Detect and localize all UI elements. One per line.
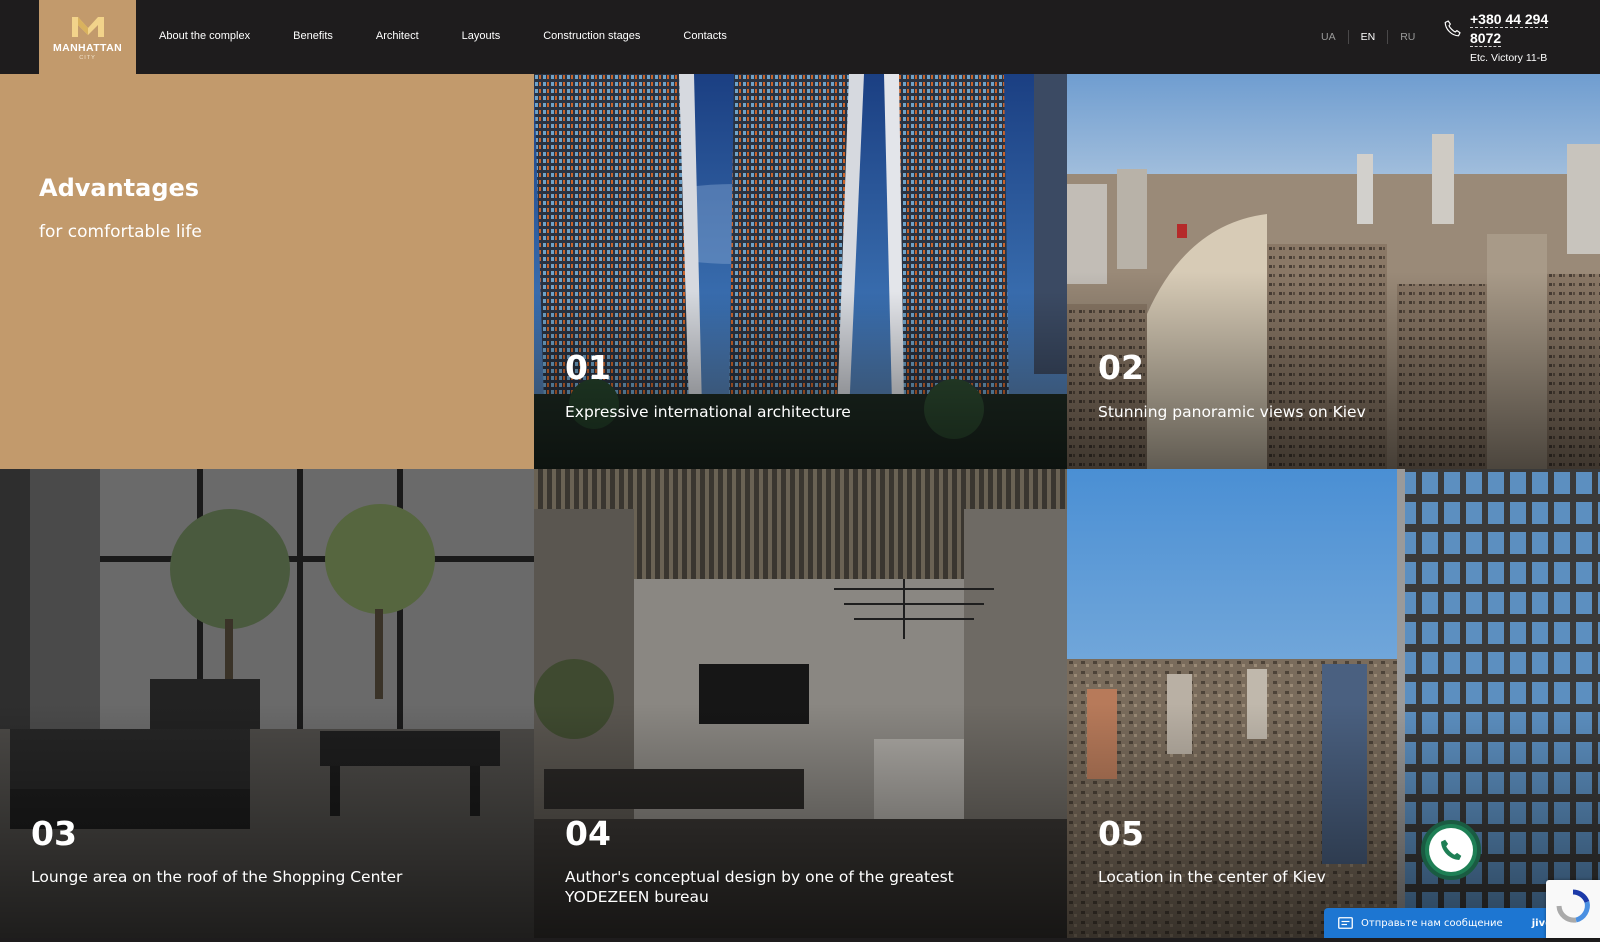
advantage-card-design[interactable]: 04 Author's conceptual design by one of …: [534, 469, 1067, 938]
chat-icon: [1338, 917, 1353, 929]
advantages-intro: Advantages for comfortable life: [0, 74, 534, 469]
site-header: MANHATTAN CITY About the complex Benefit…: [0, 0, 1600, 74]
phone-icon: [1444, 20, 1461, 37]
lang-ru[interactable]: RU: [1400, 31, 1415, 43]
nav-contacts[interactable]: Contacts: [683, 30, 726, 42]
advantage-card-lounge[interactable]: 03 Lounge area on the roof of the Shoppi…: [0, 469, 534, 938]
advantage-card-architecture[interactable]: 01 Expressive international architecture: [534, 74, 1067, 469]
chat-prompt: Отправьте нам сообщение: [1361, 917, 1503, 929]
recaptcha-badge[interactable]: [1546, 880, 1600, 938]
advantage-label: Stunning panoramic views on Kiev: [1098, 403, 1366, 421]
phone-number[interactable]: +380 44 294 8072: [1470, 10, 1566, 48]
address: Etc. Victory 11-B: [1470, 52, 1548, 64]
nav-benefits[interactable]: Benefits: [293, 30, 333, 42]
lang-en[interactable]: EN: [1361, 31, 1376, 43]
nav-construction-stages[interactable]: Construction stages: [543, 30, 640, 42]
divider: [1347, 30, 1349, 44]
nav-architect[interactable]: Architect: [376, 30, 419, 42]
callback-button-inner: [1429, 828, 1473, 872]
main-nav: About the complex Benefits Architect Lay…: [159, 30, 770, 42]
advantage-card-panorama[interactable]: 02 Stunning panoramic views on Kiev: [1067, 74, 1600, 469]
advantage-number: 02: [1098, 348, 1144, 387]
nav-layouts[interactable]: Layouts: [462, 30, 501, 42]
logo-subtext: CITY: [79, 55, 96, 61]
language-switcher: UA EN RU: [1321, 30, 1415, 44]
advantage-label: Expressive international architecture: [565, 403, 851, 421]
advantage-label: Location in the center of Kiev: [1098, 868, 1326, 886]
section-title: Advantages: [39, 174, 200, 202]
section-subtitle: for comfortable life: [39, 222, 202, 242]
advantage-number: 05: [1098, 814, 1144, 853]
phone-number-text[interactable]: +380 44 294 8072: [1470, 11, 1549, 47]
advantage-number: 03: [31, 814, 77, 853]
nav-about[interactable]: About the complex: [159, 30, 250, 42]
recaptcha-icon: [1556, 889, 1590, 923]
chat-widget[interactable]: Отправьте нам сообщение jivo: [1324, 908, 1564, 938]
advantage-label: Author's conceptual design by one of the…: [565, 868, 954, 906]
logo-text: MANHATTAN: [52, 42, 123, 54]
advantage-card-location[interactable]: 05 Location in the center of Kiev: [1067, 469, 1600, 938]
lang-ua[interactable]: UA: [1321, 31, 1336, 43]
call-button-icon: [1441, 839, 1462, 860]
logo[interactable]: MANHATTAN CITY: [39, 0, 136, 74]
divider: [1387, 30, 1389, 44]
advantage-label: Lounge area on the roof of the Shopping …: [31, 868, 403, 886]
advantage-number: 04: [565, 814, 611, 853]
logo-icon: [71, 17, 104, 37]
advantage-number: 01: [565, 348, 611, 387]
callback-button[interactable]: [1421, 820, 1481, 880]
